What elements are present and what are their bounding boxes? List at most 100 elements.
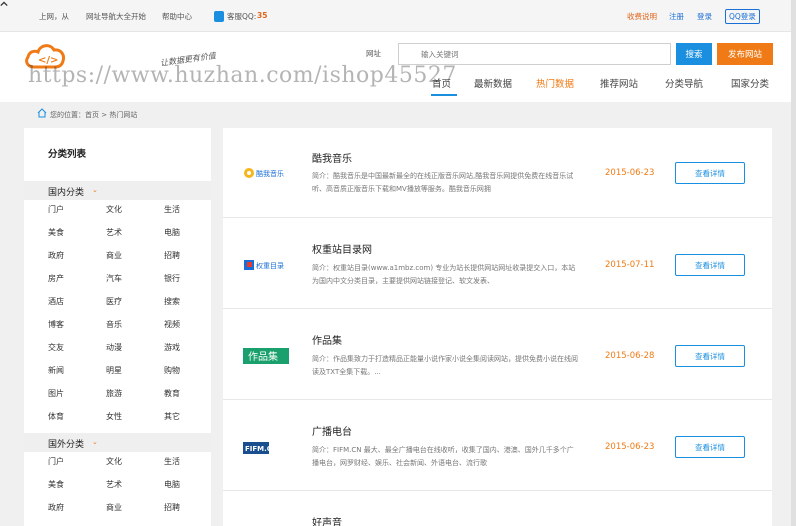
category-link[interactable]: 房产: [48, 273, 64, 284]
category-link[interactable]: 门户: [48, 204, 64, 215]
svg-text:作品集: 作品集: [248, 350, 278, 363]
category-link[interactable]: 文化: [106, 204, 122, 215]
chevron-up-icon[interactable]: [0, 0, 8, 8]
site-title[interactable]: 权重站目录网: [312, 241, 372, 256]
category-link[interactable]: 艺术: [106, 227, 122, 238]
site-description: 简介：权重站目录(www.a1mbz.com) 专业为站长提供网站网址收录提交入…: [312, 264, 576, 285]
category-link[interactable]: 图片: [48, 388, 64, 399]
view-details-button[interactable]: 查看详情: [675, 345, 745, 367]
category-link[interactable]: 文化: [106, 456, 122, 467]
category-link[interactable]: 商业: [106, 250, 122, 261]
site-description: 简介：作品集致力于打造精品正能量小说作家小说全集阅读网站，提供免费小说在线阅读及…: [312, 355, 578, 376]
category-link[interactable]: 招聘: [164, 250, 180, 261]
help-center-link[interactable]: 帮助中心: [162, 11, 192, 22]
sidebar-title: 分类列表: [48, 149, 87, 160]
category-link[interactable]: 女性: [106, 411, 122, 422]
domestic-category-header[interactable]: 国内分类 ⌄: [24, 181, 211, 200]
quanzhong-logo: 权重目录: [244, 260, 284, 270]
nav-recommended[interactable]: 推荐网站: [600, 76, 638, 90]
foreign-category-header[interactable]: 国外分类 ⌄: [24, 433, 211, 452]
category-link[interactable]: 其它: [164, 411, 180, 422]
category-link[interactable]: 电脑: [164, 227, 180, 238]
category-link[interactable]: 商业: [106, 502, 122, 513]
nav-hot[interactable]: 热门数据: [536, 76, 574, 90]
category-link[interactable]: 视频: [164, 319, 180, 330]
site-title[interactable]: 好声音: [312, 514, 342, 526]
kuwo-logo: 酷我音乐: [244, 168, 284, 178]
breadcrumb: 您的位置：首页 > 热门网站: [50, 111, 138, 119]
customer-qq-label: 客服QQ:: [227, 12, 257, 21]
category-link[interactable]: 门户: [48, 456, 64, 467]
nav-categories[interactable]: 分类导航: [665, 76, 703, 90]
svg-text:</>: </>: [38, 55, 58, 66]
svg-text:酷我音乐: 酷我音乐: [256, 169, 284, 178]
view-details-button[interactable]: 查看详情: [675, 162, 745, 184]
pricing-link[interactable]: 收费说明: [627, 11, 657, 22]
slogan: 让数据更有价值: [159, 51, 217, 68]
category-link[interactable]: 美食: [48, 479, 64, 490]
site-title[interactable]: 酷我音乐: [312, 150, 352, 165]
chevron-down-icon: ⌄: [92, 438, 98, 446]
search-label: 网址: [366, 49, 381, 58]
publish-site-button[interactable]: 发布网站: [717, 43, 773, 65]
category-link[interactable]: 招聘: [164, 502, 180, 513]
category-link[interactable]: 游戏: [164, 342, 180, 353]
search-button[interactable]: 搜索: [676, 43, 712, 65]
nav-home[interactable]: 首页: [432, 76, 451, 90]
chevron-down-icon: ⌄: [92, 186, 98, 194]
category-link[interactable]: 交友: [48, 342, 64, 353]
category-link[interactable]: 医疗: [106, 296, 122, 307]
category-link[interactable]: 艺术: [106, 479, 122, 490]
view-details-button[interactable]: 查看详情: [675, 436, 745, 458]
category-link[interactable]: 博客: [48, 319, 64, 330]
site-date: 2015-06-23: [605, 442, 655, 452]
fifm-logo: FIFM.CN: [243, 442, 278, 454]
category-link[interactable]: 汽车: [106, 273, 122, 284]
site-logo-icon[interactable]: </>: [24, 40, 66, 72]
category-link[interactable]: 体育: [48, 411, 64, 422]
welcome-text: 上网，从: [39, 12, 69, 21]
svg-text:FIFM.CN: FIFM.CN: [245, 445, 278, 453]
category-link[interactable]: 美食: [48, 227, 64, 238]
site-nav-link[interactable]: 网址导航大全开始: [86, 11, 146, 22]
nav-active-indicator: [431, 94, 457, 96]
login-link[interactable]: 登录: [697, 11, 712, 22]
site-title[interactable]: 作品集: [312, 332, 342, 347]
svg-text:权重目录: 权重目录: [256, 261, 284, 270]
zuopinji-logo: 作品集: [243, 348, 289, 364]
category-link[interactable]: 音乐: [106, 319, 122, 330]
category-link[interactable]: 动漫: [106, 342, 122, 353]
search-input[interactable]: [398, 43, 671, 65]
nav-latest[interactable]: 最新数据: [474, 76, 512, 90]
domestic-category-label: 国内分类: [48, 188, 85, 198]
view-details-button[interactable]: 查看详情: [675, 254, 745, 276]
site-date: 2015-06-23: [605, 168, 655, 178]
site-title[interactable]: 广播电台: [312, 423, 352, 438]
foreign-category-label: 国外分类: [48, 440, 85, 450]
site-date: 2015-06-28: [605, 351, 655, 361]
category-link[interactable]: 银行: [164, 273, 180, 284]
category-link[interactable]: 明星: [106, 365, 122, 376]
category-link[interactable]: 生活: [164, 456, 180, 467]
category-link[interactable]: 电脑: [164, 479, 180, 490]
home-icon: [37, 108, 47, 118]
customer-qq-number[interactable]: 35: [257, 11, 267, 20]
qq-icon: [214, 11, 224, 22]
register-link[interactable]: 注册: [669, 11, 684, 22]
category-link[interactable]: 新闻: [48, 365, 64, 376]
category-link[interactable]: 政府: [48, 502, 64, 513]
category-link[interactable]: 教育: [164, 388, 180, 399]
category-link[interactable]: 搜索: [164, 296, 180, 307]
top-bar: 上网，从 网址导航大全开始 帮助中心 客服QQ: 35 收费说明 注册 登录 Q…: [0, 0, 796, 32]
category-link[interactable]: 酒店: [48, 296, 64, 307]
site-description: 简介：酷我音乐是中国最新最全的在线正版音乐网站,酷我音乐网提供免费在线音乐试听、…: [312, 172, 574, 193]
category-link[interactable]: 政府: [48, 250, 64, 261]
category-link[interactable]: 生活: [164, 204, 180, 215]
scrollbar[interactable]: [791, 0, 796, 526]
category-link[interactable]: 购物: [164, 365, 180, 376]
site-date: 2015-07-11: [605, 260, 655, 270]
category-link[interactable]: 旅游: [106, 388, 122, 399]
nav-countries[interactable]: 国家分类: [731, 76, 769, 90]
qq-login-button[interactable]: QQ登录: [725, 9, 760, 24]
watermark: https://www.huzhan.com/ishop45527: [28, 63, 457, 88]
